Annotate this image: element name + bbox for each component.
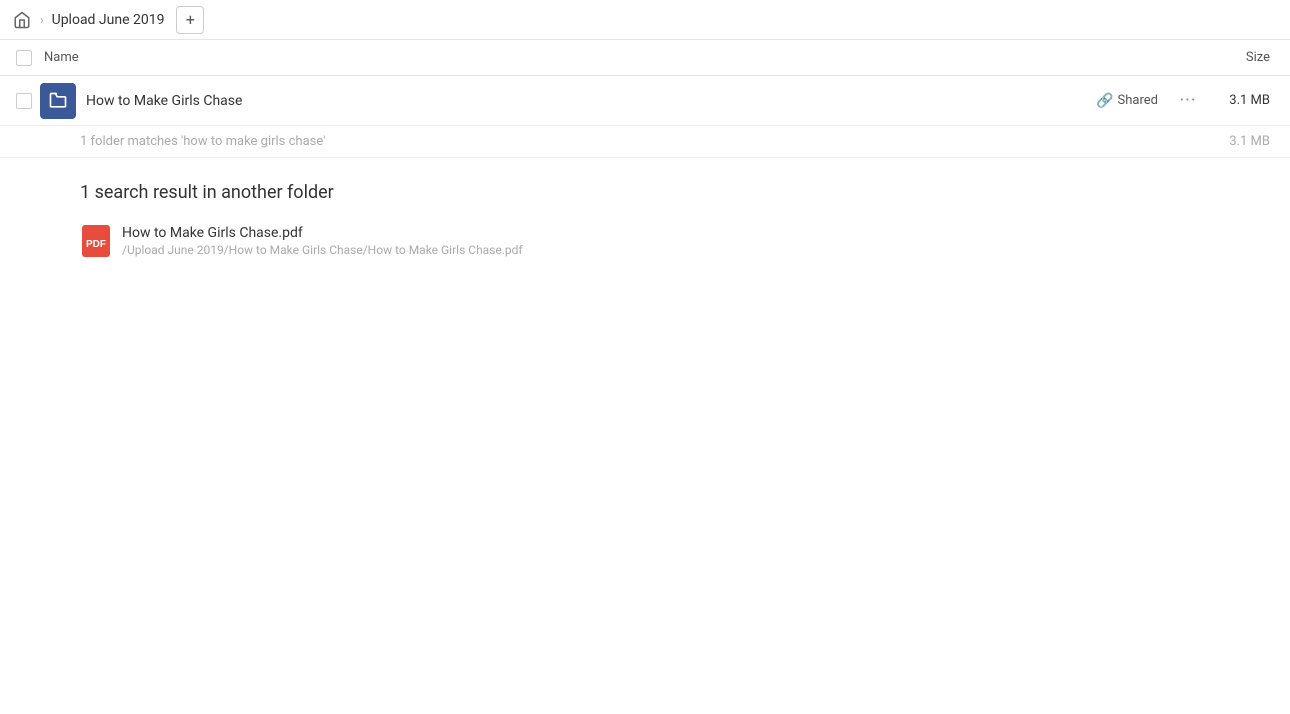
name-column-header: Name [40, 50, 1202, 65]
summary-text-label: 1 folder matches 'how to make girls chas… [80, 134, 325, 149]
main-content: How to Make Girls Chase 🔗 Shared ··· 3.1… [0, 76, 1290, 263]
column-headers: Name Size [0, 40, 1290, 76]
pdf-icon: PDF [80, 225, 112, 257]
file-result-row[interactable]: PDF How to Make Girls Chase.pdf /Upload … [0, 219, 1290, 263]
folder-checkbox[interactable] [8, 93, 40, 109]
shared-status: 🔗 Shared [1096, 93, 1158, 109]
link-icon: 🔗 [1096, 93, 1113, 109]
checkbox-folder[interactable] [16, 93, 32, 109]
size-column-header: Size [1202, 50, 1282, 65]
select-all-checkbox[interactable] [8, 50, 40, 66]
file-name: How to Make Girls Chase.pdf [122, 225, 523, 241]
more-options-button[interactable]: ··· [1174, 87, 1202, 115]
file-path: /Upload June 2019/How to Make Girls Chas… [122, 243, 523, 257]
breadcrumb-chevron: › [40, 13, 44, 27]
folder-row[interactable]: How to Make Girls Chase 🔗 Shared ··· 3.1… [0, 76, 1290, 126]
other-results-heading: 1 search result in another folder [0, 158, 1290, 219]
breadcrumb-folder-label: Upload June 2019 [48, 12, 169, 28]
summary-size: 3.1 MB [1229, 134, 1282, 149]
add-button[interactable]: + [176, 6, 204, 34]
shared-label: Shared [1118, 93, 1158, 108]
checkbox-header[interactable] [16, 50, 32, 66]
home-button[interactable] [8, 6, 36, 34]
header-bar: › Upload June 2019 + [0, 0, 1290, 40]
folder-size: 3.1 MB [1202, 93, 1282, 108]
svg-text:PDF: PDF [86, 239, 106, 250]
folder-name: How to Make Girls Chase [86, 93, 1096, 109]
summary-row: 1 folder matches 'how to make girls chas… [0, 126, 1290, 158]
file-info: How to Make Girls Chase.pdf /Upload June… [122, 225, 523, 257]
folder-icon [40, 83, 76, 119]
